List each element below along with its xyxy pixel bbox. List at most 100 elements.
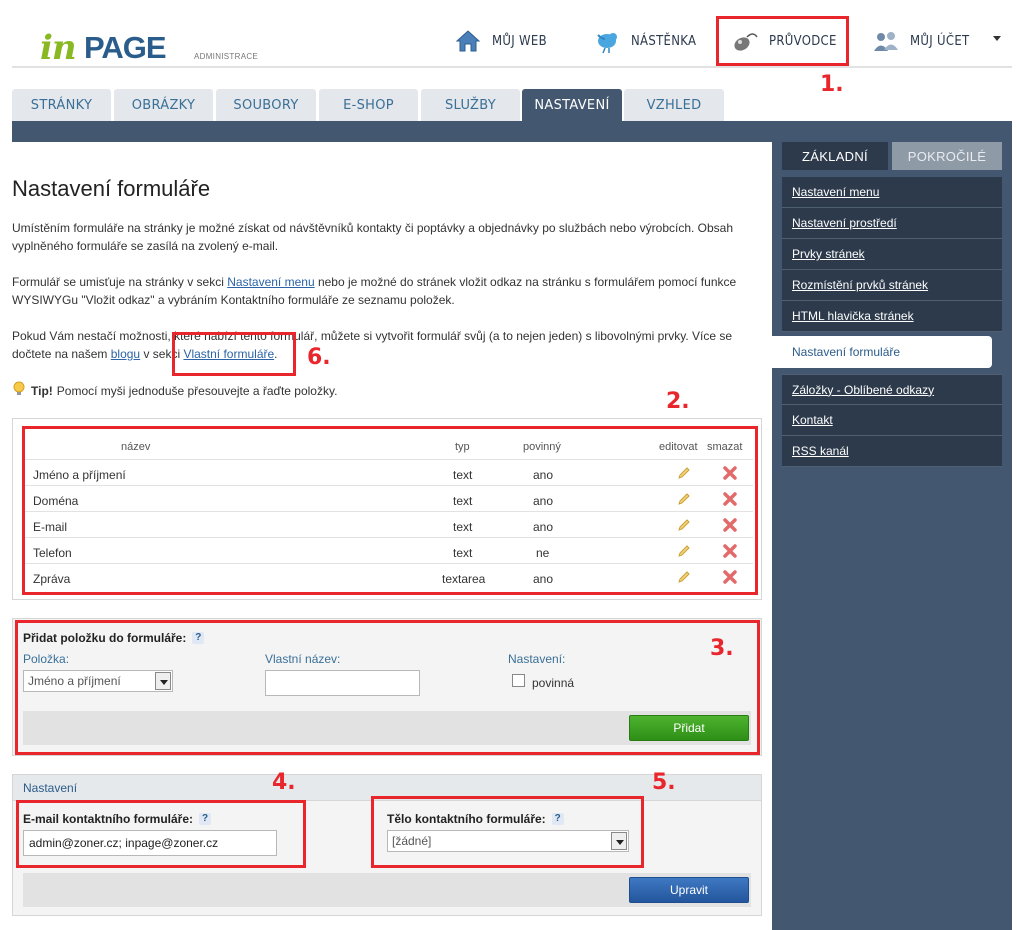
add-field-form: Přidat položku do formuláře: ? Položka: …	[12, 618, 762, 756]
sidebar-link[interactable]: RSS kanál	[792, 444, 849, 458]
table-row[interactable]: Doména text ano	[23, 485, 753, 511]
delete-x-icon[interactable]	[723, 518, 737, 532]
add-button[interactable]: Přidat	[629, 715, 749, 741]
cell-name: Zpráva	[33, 572, 71, 586]
table-row[interactable]: Zpráva textarea ano	[23, 563, 753, 589]
logo-subtitle: ADMINISTRACE	[194, 52, 259, 61]
sidebar-item-bookmarks[interactable]: Záložky - Oblíbené odkazy	[782, 374, 1002, 405]
sidebar-item-layout[interactable]: Rozmístění prvků stránek	[782, 270, 1002, 301]
logo-in: in	[40, 28, 77, 68]
item-select-value: Jméno a příjmení	[28, 674, 121, 688]
settings-header: Nastavení	[13, 775, 761, 801]
page-title: Nastavení formuláře	[12, 176, 211, 201]
edit-pencil-icon[interactable]	[677, 544, 691, 558]
mouse-icon	[731, 27, 759, 55]
col-edit: editovat	[659, 441, 698, 453]
table-row[interactable]: Telefon text ne	[23, 537, 753, 563]
sidebar-item-contact[interactable]: Kontakt	[782, 405, 1002, 436]
sidebar-link[interactable]: Nastavení menu	[792, 185, 879, 199]
nav-my-web[interactable]: MŮJ WEB	[454, 18, 547, 64]
body-select[interactable]: [žádné]	[387, 830, 629, 852]
update-button[interactable]: Upravit	[629, 877, 749, 903]
col-required: povinný	[523, 441, 561, 453]
edit-pencil-icon[interactable]	[677, 570, 691, 584]
sidebar-menu: Nastavení menu Nastavení prostředí Prvky…	[772, 177, 1002, 467]
chevron-down-icon	[155, 672, 171, 690]
sidebar-item-rss[interactable]: RSS kanál	[782, 436, 1002, 467]
help-icon[interactable]: ?	[199, 813, 212, 825]
nav-my-web-label: MŮJ WEB	[492, 33, 547, 49]
tab-files[interactable]: SOUBORY	[216, 89, 316, 121]
settings-header-label: Nastavení	[23, 781, 78, 795]
sidebar-link[interactable]: Kontakt	[792, 413, 833, 427]
delete-x-icon[interactable]	[723, 492, 737, 506]
cell-required: ano	[533, 520, 554, 534]
annotation-number-5: 5.	[652, 770, 676, 795]
nav-dashboard[interactable]: NÁSTĚNKA	[593, 18, 696, 64]
tab-design[interactable]: VZHLED	[624, 89, 724, 121]
item-select[interactable]: Jméno a příjmení	[23, 670, 173, 692]
required-checkbox-label: povinná	[532, 676, 575, 690]
account-dropdown-icon[interactable]	[993, 36, 1001, 41]
sidebar-link[interactable]: Rozmístění prvků stránek	[792, 278, 928, 292]
custom-name-input[interactable]	[265, 670, 420, 696]
sidebar-tab-advanced[interactable]: POKROČILÉ	[892, 142, 1002, 170]
delete-x-icon[interactable]	[723, 570, 737, 584]
table-row[interactable]: Jméno a příjmení text ano	[23, 459, 753, 485]
col-name: název	[121, 441, 151, 453]
cell-required: ne	[536, 546, 550, 560]
cell-type: textarea	[442, 572, 486, 586]
nav-dashboard-label: NÁSTĚNKA	[631, 33, 697, 49]
item-label: Položka:	[23, 652, 70, 666]
nav-my-account[interactable]: MŮJ ÚČET	[872, 18, 969, 64]
menu-settings-link[interactable]: Nastavení menu	[227, 275, 314, 289]
delete-x-icon[interactable]	[723, 466, 737, 480]
sidebar-link[interactable]: Prvky stránek	[792, 247, 865, 261]
table-row[interactable]: E-mail text ano	[23, 511, 753, 537]
tab-eshop[interactable]: E-SHOP	[319, 89, 418, 121]
sidebar-item-form-settings[interactable]: Nastavení formuláře	[772, 336, 992, 368]
placement-paragraph: Formulář se umisťuje na stránky v sekci …	[12, 273, 752, 309]
tab-services[interactable]: SLUŽBY	[421, 89, 520, 121]
tip-text: Pomocí myši jednoduše přesouvejte a řaďt…	[56, 383, 338, 398]
cell-type: text	[453, 494, 473, 508]
email-input[interactable]: admin@zoner.cz; inpage@zoner.cz	[23, 830, 277, 856]
tab-bar	[12, 121, 1012, 142]
help-icon[interactable]: ?	[551, 813, 564, 825]
annotation-number-1: 1.	[820, 72, 844, 97]
text: v sekci	[140, 347, 184, 361]
sidebar-link[interactable]: Záložky - Oblíbené odkazy	[792, 383, 934, 397]
custom-forms-link[interactable]: Vlastní formuláře	[183, 347, 274, 361]
edit-pencil-icon[interactable]	[677, 492, 691, 506]
nav-guide[interactable]: PRŮVODCE	[731, 18, 837, 64]
cell-required: ano	[533, 468, 554, 482]
tab-pages[interactable]: STRÁNKY	[12, 89, 111, 121]
sidebar-link[interactable]: HTML hlavička stránek	[792, 309, 914, 323]
required-checkbox[interactable]	[512, 674, 525, 687]
blog-link[interactable]: blogu	[111, 347, 140, 361]
add-button-bar: Přidat	[23, 711, 751, 745]
lightbulb-icon	[12, 381, 26, 400]
sidebar-item-page-elements[interactable]: Prvky stránek	[782, 239, 1002, 270]
col-type: typ	[455, 441, 470, 453]
bird-icon	[593, 27, 621, 55]
body-label-text: Tělo kontaktního formuláře:	[387, 812, 546, 826]
edit-pencil-icon[interactable]	[677, 466, 691, 480]
tab-images[interactable]: OBRÁZKY	[114, 89, 213, 121]
sidebar-item-environment[interactable]: Nastavení prostředí	[782, 208, 1002, 239]
body-select-value: [žádné]	[392, 834, 432, 848]
annotation-number-3: 3.	[710, 636, 734, 661]
sidebar-item-html-head[interactable]: HTML hlavička stránek	[782, 301, 1002, 332]
intro-paragraph: Umístěním formuláře na stránky je možné …	[12, 221, 734, 253]
col-delete: smazat	[707, 441, 743, 453]
tab-settings[interactable]: NASTAVENÍ	[522, 89, 622, 121]
sidebar-link[interactable]: Nastavení prostředí	[792, 216, 897, 230]
update-button-bar: Upravit	[23, 873, 751, 907]
sidebar-tab-basic[interactable]: ZÁKLADNÍ	[782, 142, 888, 170]
form-fields-table: název typ povinný editovat smazat Jméno …	[12, 418, 762, 600]
sidebar-item-menu-settings[interactable]: Nastavení menu	[782, 177, 1002, 208]
edit-pencil-icon[interactable]	[677, 518, 691, 532]
delete-x-icon[interactable]	[723, 544, 737, 558]
cell-name: Jméno a příjmení	[33, 468, 126, 482]
help-icon[interactable]: ?	[192, 632, 205, 644]
